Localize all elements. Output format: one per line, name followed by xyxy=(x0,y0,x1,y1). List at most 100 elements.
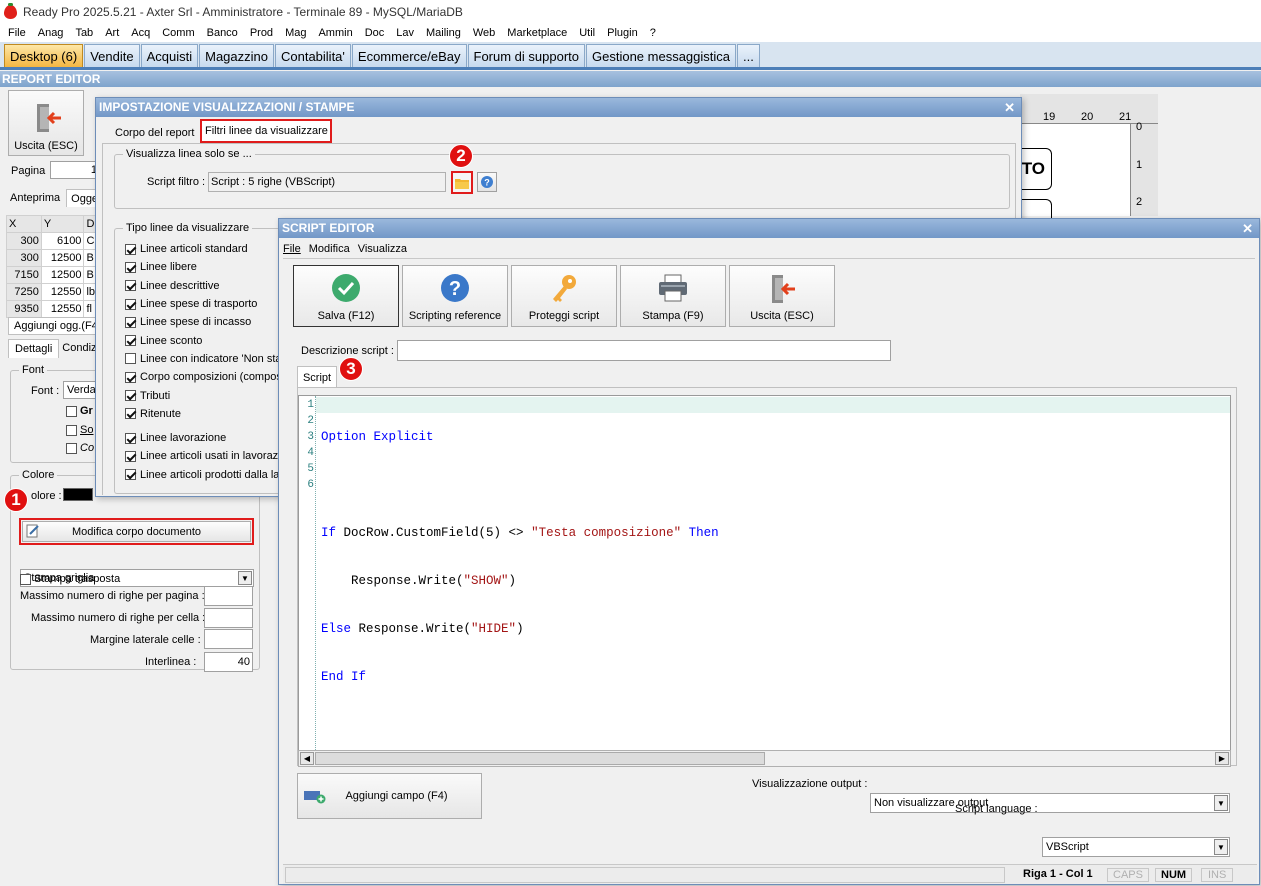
line-type-checkbox[interactable]: Linee descrittive xyxy=(125,277,280,295)
close-icon[interactable]: ✕ xyxy=(1004,98,1015,117)
table-row[interactable]: 7150 12500 B xyxy=(6,266,98,284)
menu-item[interactable]: Plugin xyxy=(601,27,644,39)
save-button[interactable]: Salva (F12) xyxy=(293,265,399,327)
description-input[interactable] xyxy=(397,340,891,361)
menu-item-file[interactable]: File xyxy=(283,243,301,255)
chevron-down-icon: ▼ xyxy=(1214,795,1228,811)
table-row[interactable]: 9350 12550 fl xyxy=(6,300,98,318)
report-exit-button[interactable]: Uscita (ESC) xyxy=(8,90,84,156)
tab-forum[interactable]: Forum di supporto xyxy=(467,44,585,67)
line-type-checkbox[interactable]: Linee sconto xyxy=(125,331,280,349)
bold-checkbox[interactable]: Gr xyxy=(66,405,93,417)
menu-item[interactable]: Banco xyxy=(201,27,244,39)
menu-item-visualizza[interactable]: Visualizza xyxy=(358,243,407,255)
tab-acquisti[interactable]: Acquisti xyxy=(140,44,199,67)
table-row[interactable]: 300 6100 C xyxy=(6,232,98,250)
code-editor[interactable]: 1 2 3 4 5 6 Option Explicit If DocRow.Cu… xyxy=(298,395,1231,751)
menu-item-modifica[interactable]: Modifica xyxy=(309,243,350,255)
horizontal-scrollbar[interactable]: ◀ ▶ xyxy=(298,750,1231,767)
tab-magazzino[interactable]: Magazzino xyxy=(199,44,274,67)
menu-item[interactable]: Doc xyxy=(359,27,391,39)
transpose-checkbox[interactable]: Stampa trasposta xyxy=(20,573,120,585)
scripting-reference-button[interactable]: ? Scripting reference xyxy=(402,265,508,327)
menu-item[interactable]: File xyxy=(2,27,32,39)
menu-item[interactable]: ? xyxy=(644,27,662,39)
max-rows-cell-input[interactable] xyxy=(204,608,253,628)
print-button[interactable]: Stampa (F9) xyxy=(620,265,726,327)
side-margin-input[interactable] xyxy=(204,629,253,649)
tab-script[interactable]: Script xyxy=(297,366,337,388)
protect-script-button[interactable]: Proteggi script xyxy=(511,265,617,327)
menu-item[interactable]: Art xyxy=(99,27,125,39)
menu-item[interactable]: Anag xyxy=(32,27,70,39)
main-menubar: File Anag Tab Art Acq Comm Banco Prod Ma… xyxy=(0,24,1261,42)
menu-item[interactable]: Mag xyxy=(279,27,312,39)
tab-ecommerce[interactable]: Ecommerce/eBay xyxy=(351,44,467,67)
bold-label: Gr xyxy=(80,405,93,417)
app-logo-icon xyxy=(4,3,17,19)
scroll-left-icon[interactable]: ◀ xyxy=(300,752,314,765)
script-editor-dialog: SCRIPT EDITOR ✕ File Modifica Visualizza… xyxy=(278,218,1260,885)
line-type-checkbox[interactable]: Corpo composizioni (composiz xyxy=(125,368,280,386)
output-select[interactable]: Non visualizzare output ▼ xyxy=(870,793,1230,813)
scroll-thumb[interactable] xyxy=(315,752,765,765)
italic-checkbox[interactable]: Co xyxy=(66,442,94,454)
script-help-button[interactable]: ? xyxy=(477,172,497,192)
table-row[interactable]: 7250 12550 lb xyxy=(6,283,98,301)
exit-button[interactable]: Uscita (ESC) xyxy=(729,265,835,327)
menu-item[interactable]: Prod xyxy=(244,27,279,39)
menu-item[interactable]: Ammin xyxy=(312,27,358,39)
tab-more[interactable]: ... xyxy=(737,44,760,67)
page-input[interactable] xyxy=(50,161,100,179)
scroll-right-icon[interactable]: ▶ xyxy=(1215,752,1229,765)
line-spacing-input[interactable] xyxy=(204,652,253,672)
tab-messaggistica[interactable]: Gestione messaggistica xyxy=(586,44,737,67)
code-lines: Option Explicit If DocRow.CustomField(5)… xyxy=(321,397,719,717)
tab-dettagli[interactable]: Dettagli xyxy=(8,339,60,358)
line-type-checkbox[interactable]: Linee con indicatore 'Non sta xyxy=(125,350,280,368)
add-field-button[interactable]: Aggiungi campo (F4) xyxy=(297,773,482,819)
code-line: End If xyxy=(321,669,719,685)
close-icon[interactable]: ✕ xyxy=(1242,219,1253,238)
max-rows-page-input[interactable] xyxy=(204,586,253,606)
add-object-button[interactable]: Aggiungi ogg.(F4 xyxy=(8,317,98,335)
line-type-checkbox[interactable]: Tributi xyxy=(125,386,280,404)
line-type-checkbox[interactable]: Linee spese di trasporto xyxy=(125,295,280,313)
menu-item[interactable]: Lav xyxy=(390,27,420,39)
line-type-checkbox[interactable]: Linee spese di incasso xyxy=(125,313,280,331)
checkbox-box xyxy=(125,298,136,310)
canvas-box[interactable]: TO xyxy=(1020,148,1052,190)
checkbox-box xyxy=(125,261,136,273)
table-row[interactable]: 300 12500 B xyxy=(6,249,98,267)
script-filter-field[interactable]: Script : 5 righe (VBScript) xyxy=(208,172,446,192)
menu-item[interactable]: Web xyxy=(467,27,501,39)
open-script-button[interactable] xyxy=(451,171,473,194)
line-type-checkbox[interactable]: Linee articoli usati in lavorazio xyxy=(125,447,280,465)
edit-body-button[interactable]: Modifica corpo documento xyxy=(22,521,251,542)
tab-corpo-report[interactable]: Corpo del report xyxy=(111,124,199,142)
language-select[interactable]: VBScript ▼ xyxy=(1042,837,1230,857)
underline-checkbox[interactable]: So xyxy=(66,424,93,436)
menu-item[interactable]: Acq xyxy=(125,27,156,39)
line-type-checkbox[interactable]: Linee lavorazione xyxy=(125,429,280,447)
menu-item[interactable]: Tab xyxy=(69,27,99,39)
line-type-checkbox[interactable]: Linee libere xyxy=(125,258,280,276)
tab-desktop[interactable]: Desktop (6) xyxy=(4,44,84,67)
tab-filtri-linee[interactable]: Filtri linee da visualizzare xyxy=(200,119,332,143)
line-type-checkbox[interactable]: Linee articoli prodotti dalla lav xyxy=(125,466,280,484)
menu-item[interactable]: Util xyxy=(573,27,601,39)
menu-item[interactable]: Comm xyxy=(156,27,200,39)
line-type-checkbox[interactable]: Ritenute xyxy=(125,405,280,423)
color-swatch[interactable] xyxy=(63,488,93,501)
ruler-label: 21 xyxy=(1119,111,1132,123)
language-label: Script language : xyxy=(955,803,1038,815)
tab-contabilita[interactable]: Contabilita' xyxy=(274,44,351,67)
tab-condizioni[interactable]: Condiz xyxy=(59,339,99,358)
tab-anteprima[interactable]: Anteprima xyxy=(4,189,67,207)
tab-vendite[interactable]: Vendite xyxy=(84,44,140,67)
menu-item[interactable]: Marketplace xyxy=(501,27,573,39)
line-type-checkbox[interactable]: Linee articoli standard xyxy=(125,240,280,258)
canvas-box-2[interactable] xyxy=(1020,199,1052,219)
menu-item[interactable]: Mailing xyxy=(420,27,467,39)
